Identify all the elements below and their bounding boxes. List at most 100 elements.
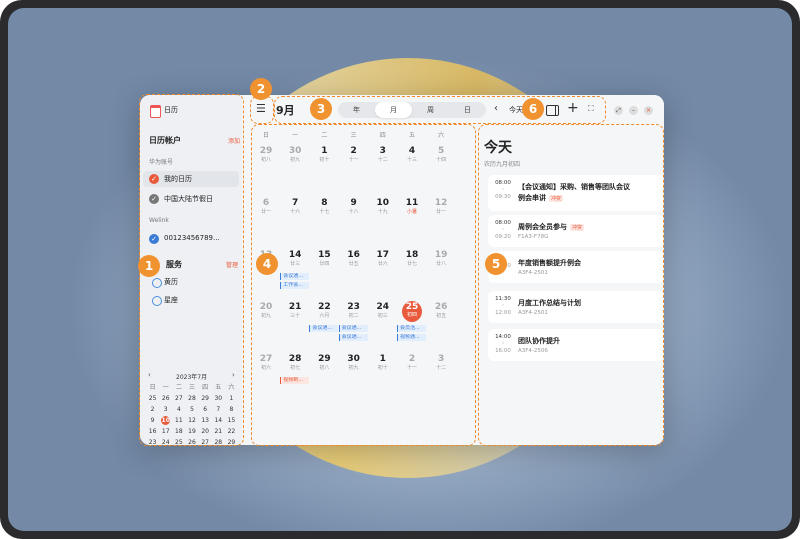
- today-event-card[interactable]: 08:00 ◦ 09:30 【会议通知】采购、销售等团队会议 例会串讲 冲突: [488, 175, 664, 211]
- day-cell[interactable]: 1 初十: [309, 145, 339, 164]
- mini-day[interactable]: 10: [159, 415, 172, 426]
- event-chip[interactable]: 会议通...: [280, 273, 310, 280]
- day-cell[interactable]: 25 初四: [397, 301, 427, 322]
- mini-day[interactable]: 1: [225, 393, 238, 404]
- day-cell[interactable]: 29 初八: [251, 145, 281, 164]
- day-cell[interactable]: 10 十九: [368, 197, 398, 216]
- day-cell[interactable]: 16 廿五: [339, 249, 369, 268]
- mini-day[interactable]: 15: [225, 415, 238, 426]
- day-cell[interactable]: 2 十一: [397, 353, 427, 372]
- sidebar-item-almanac[interactable]: 黄历: [143, 275, 239, 289]
- mini-day[interactable]: 21: [212, 426, 225, 437]
- mini-day[interactable]: 8: [225, 404, 238, 415]
- day-cell[interactable]: 18 廿七: [397, 249, 427, 268]
- mini-day[interactable]: 27: [172, 393, 185, 404]
- sidebar-item-my-calendar[interactable]: ✓ 我的日历: [143, 171, 239, 187]
- today-event-card[interactable]: 11:30 ◦ 12:00 月度工作总结与计划 A3F4-2501: [488, 291, 664, 323]
- today-event-card[interactable]: ◦11:30年度销售额提升例会A3F4-2501: [488, 251, 664, 283]
- sidebar-item-horoscope[interactable]: 星座: [143, 293, 239, 307]
- event-chip[interactable]: 视频通...: [397, 334, 426, 341]
- add-account-link[interactable]: 添加: [228, 136, 240, 145]
- day-cell[interactable]: 28 初七: [280, 353, 310, 372]
- mini-day[interactable]: 7: [212, 404, 225, 415]
- event-chip[interactable]: 会议通...: [309, 325, 339, 332]
- mini-day[interactable]: 22: [225, 426, 238, 437]
- sidebar-item-welink[interactable]: ✓ 00123456789...: [143, 231, 239, 247]
- mini-day[interactable]: 23: [146, 437, 159, 445]
- mini-day[interactable]: 18: [172, 426, 185, 437]
- mini-day[interactable]: 14: [212, 415, 225, 426]
- mini-day[interactable]: 17: [159, 426, 172, 437]
- event-chip[interactable]: 会议通...: [338, 334, 368, 341]
- day-cell[interactable]: 3 十二: [368, 145, 398, 164]
- mini-day[interactable]: 29: [199, 393, 212, 404]
- day-cell[interactable]: 22 六月: [309, 301, 339, 320]
- event-chip[interactable]: 视频制...: [280, 377, 310, 384]
- mini-day[interactable]: 11: [172, 415, 185, 426]
- day-cell[interactable]: 2 十一: [339, 145, 369, 164]
- mini-day[interactable]: 4: [172, 404, 185, 415]
- day-cell[interactable]: 5 十四: [426, 145, 456, 164]
- fullscreen-icon[interactable]: ⛶: [588, 104, 594, 114]
- today-event-card[interactable]: 14:00 ◦ 16:00 团队协作提升 A3F4-2506: [488, 329, 664, 361]
- day-cell[interactable]: 7 十六: [280, 197, 310, 216]
- view-week[interactable]: 周: [412, 102, 449, 118]
- mini-day[interactable]: 24: [159, 437, 172, 445]
- mini-day[interactable]: 12: [185, 415, 198, 426]
- day-cell[interactable]: 24 初三: [368, 301, 398, 320]
- day-cell[interactable]: 20 初九: [251, 301, 281, 320]
- view-month[interactable]: 月: [375, 102, 412, 118]
- float-window-icon[interactable]: ⤢: [614, 106, 623, 115]
- mini-day[interactable]: 27: [199, 437, 212, 445]
- day-cell[interactable]: 4 十三: [397, 145, 427, 164]
- mini-day[interactable]: 16: [146, 426, 159, 437]
- today-button[interactable]: 今天: [509, 105, 523, 115]
- mini-day[interactable]: 25: [172, 437, 185, 445]
- mini-day[interactable]: 26: [185, 437, 198, 445]
- close-icon[interactable]: ×: [644, 106, 653, 115]
- day-cell[interactable]: 14 廿三: [280, 249, 310, 268]
- day-cell[interactable]: 29 初八: [309, 353, 339, 372]
- event-chip[interactable]: 会议通...: [338, 325, 368, 332]
- mini-day[interactable]: 6: [199, 404, 212, 415]
- mini-day[interactable]: 13: [199, 415, 212, 426]
- event-chip[interactable]: 会员活...: [397, 325, 426, 332]
- day-cell[interactable]: 15 廿四: [309, 249, 339, 268]
- day-cell[interactable]: 30 初九: [339, 353, 369, 372]
- view-year[interactable]: 年: [338, 102, 375, 118]
- day-cell[interactable]: 9 十八: [339, 197, 369, 216]
- day-cell[interactable]: 6 廿一: [251, 197, 281, 216]
- mini-day[interactable]: 3: [159, 404, 172, 415]
- day-cell[interactable]: 19 廿八: [426, 249, 456, 268]
- menu-icon[interactable]: ☰: [256, 102, 266, 115]
- day-cell[interactable]: 17 廿六: [368, 249, 398, 268]
- mini-day[interactable]: 26: [159, 393, 172, 404]
- day-cell[interactable]: 11 小暑: [397, 197, 427, 216]
- mini-day[interactable]: 19: [185, 426, 198, 437]
- day-cell[interactable]: 23 初二: [339, 301, 369, 320]
- mini-day[interactable]: 9: [146, 415, 159, 426]
- event-chip[interactable]: 工作会...: [280, 282, 310, 289]
- mini-day[interactable]: 28: [212, 437, 225, 445]
- today-event-card[interactable]: 08:00 ◦ 09:20 周例会全员参与 冲突 F1A3-F78G: [488, 215, 664, 247]
- day-cell[interactable]: 12 廿一: [426, 197, 456, 216]
- mini-day[interactable]: 29: [225, 437, 238, 445]
- mini-next-button[interactable]: ›: [232, 371, 235, 379]
- day-cell[interactable]: 27 初六: [251, 353, 281, 372]
- day-cell[interactable]: 3 十二: [426, 353, 456, 372]
- prev-month-button[interactable]: ‹: [494, 103, 498, 114]
- mini-prev-button[interactable]: ‹: [148, 371, 151, 379]
- mini-day[interactable]: 28: [185, 393, 198, 404]
- day-cell[interactable]: 26 初五: [426, 301, 456, 320]
- day-cell[interactable]: 1 初十: [368, 353, 398, 372]
- manage-services-link[interactable]: 管理: [226, 260, 238, 269]
- mini-day[interactable]: 30: [212, 393, 225, 404]
- day-cell[interactable]: 30 初九: [280, 145, 310, 164]
- mini-day[interactable]: 2: [146, 404, 159, 415]
- sidebar-item-holiday[interactable]: ✓ 中国大陆节假日: [143, 191, 239, 207]
- view-day[interactable]: 日: [449, 102, 486, 118]
- sidebar-toggle-icon[interactable]: [546, 105, 559, 116]
- day-cell[interactable]: 21 三十: [280, 301, 310, 320]
- minimize-icon[interactable]: –: [629, 106, 638, 115]
- day-cell[interactable]: 8 十七: [309, 197, 339, 216]
